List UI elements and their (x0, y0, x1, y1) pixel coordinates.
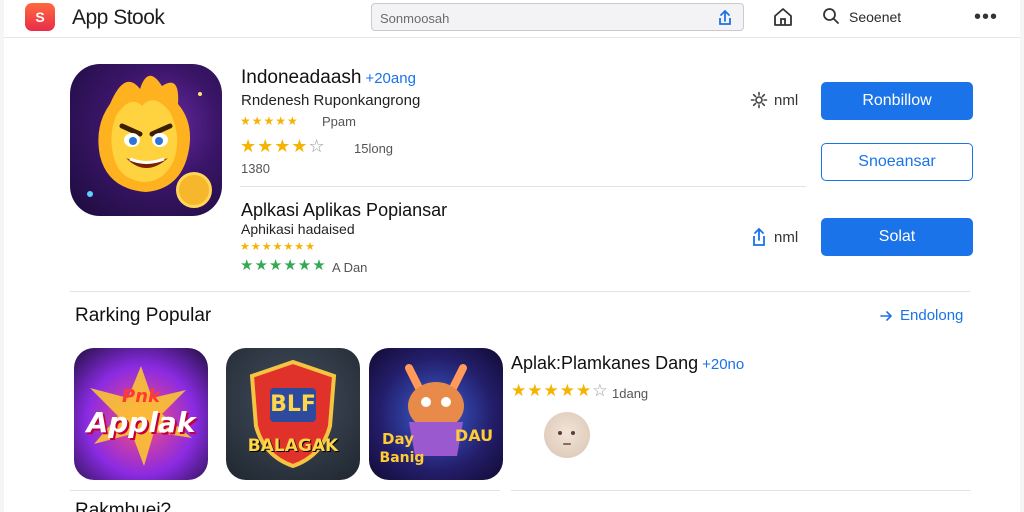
tile-2-text-main: BALAGAK (247, 436, 339, 456)
divider (240, 186, 806, 187)
green-star-rating: ★★★★★★ (240, 257, 327, 274)
star-rating-tiny: ★★★★★★★ (240, 241, 317, 253)
ranking-app-tile[interactable]: Day Banig DAU (369, 348, 503, 480)
ranking-app-tile[interactable]: Pnk Applak (74, 348, 208, 480)
divider (511, 490, 971, 491)
featured-app-name[interactable]: Indoneadaash +20ang (241, 67, 416, 89)
rating-count: 15long (354, 141, 394, 156)
tile-1-text-top: Pnk (122, 386, 160, 407)
search-box[interactable] (371, 3, 744, 31)
arrow-right-icon (880, 310, 892, 321)
get-button[interactable]: Solat (821, 218, 973, 256)
app-title: App Stook (72, 6, 165, 29)
search-input[interactable] (380, 8, 700, 28)
app-size: 1380 (241, 161, 270, 176)
share-icon[interactable] (715, 8, 735, 28)
tile-3-text-right: DAU (454, 426, 494, 445)
home-icon[interactable] (772, 6, 794, 28)
share-action[interactable]: nml (750, 227, 798, 247)
ranking-app-tag: +20no (702, 356, 745, 373)
divider (70, 490, 500, 491)
second-app-rating-text: A Dan (332, 260, 368, 275)
next-section-title: Rakmbuei? (75, 500, 172, 512)
gear-icon (750, 91, 768, 109)
search-icon[interactable] (822, 7, 840, 25)
top-bar: S App Stook Seoenet ••• (4, 0, 1020, 38)
secondary-button[interactable]: Snoeansar (821, 143, 973, 181)
primary-install-button[interactable]: Ronbillow (821, 82, 973, 120)
featured-app-name-text: Indoneadaash (241, 67, 362, 88)
more-icon[interactable]: ••• (974, 6, 998, 29)
star-rating-small: ★★★★★ (240, 114, 299, 128)
star-rating: ★★★★☆ (240, 136, 326, 156)
app-store-window: S App Stook Seoenet ••• (4, 0, 1020, 512)
search-label[interactable]: Seoenet (849, 9, 901, 25)
ranking-star-rating: ★★★★★☆ (511, 381, 609, 400)
rating-line: Ppam (322, 114, 356, 129)
featured-app-subtitle: Rndenesh Ruponkangrong (241, 92, 421, 109)
second-app-name[interactable]: Aplkasi Aplikas Popiansar (241, 200, 447, 221)
tile-1-text-main: Applak (86, 406, 196, 439)
tile-2-text-top: BLF (270, 392, 316, 417)
see-all-label: Endolong (900, 307, 964, 324)
ranking-app-name[interactable]: Aplak:Plamkanes Dang +20no (511, 353, 744, 374)
second-app-subtitle: Aphikasi hadaised (241, 221, 355, 237)
app-logo-icon[interactable]: S (25, 3, 55, 31)
featured-app-icon[interactable] (70, 64, 222, 216)
see-all-link[interactable]: Endolong (878, 307, 963, 324)
ranking-app-name-text: Aplak:Plamkanes Dang (511, 353, 699, 373)
section-title: Rarking Popular (75, 305, 212, 326)
ranking-app-tile[interactable]: BLF BALAGAK (226, 348, 360, 480)
settings-action[interactable]: nml (750, 91, 798, 109)
share-icon (753, 227, 765, 246)
featured-app-tag: +20ang (365, 70, 416, 87)
tile-3-text-left-bottom: Banig (379, 450, 425, 466)
section-divider (70, 291, 970, 292)
app-logo-glyph: S (35, 9, 45, 25)
settings-action-label: nml (774, 91, 799, 109)
avatar[interactable] (544, 412, 590, 458)
share-action-label: nml (774, 228, 799, 246)
app-badge-icon (176, 172, 212, 208)
ranking-rating-count: 1dang (612, 386, 649, 401)
